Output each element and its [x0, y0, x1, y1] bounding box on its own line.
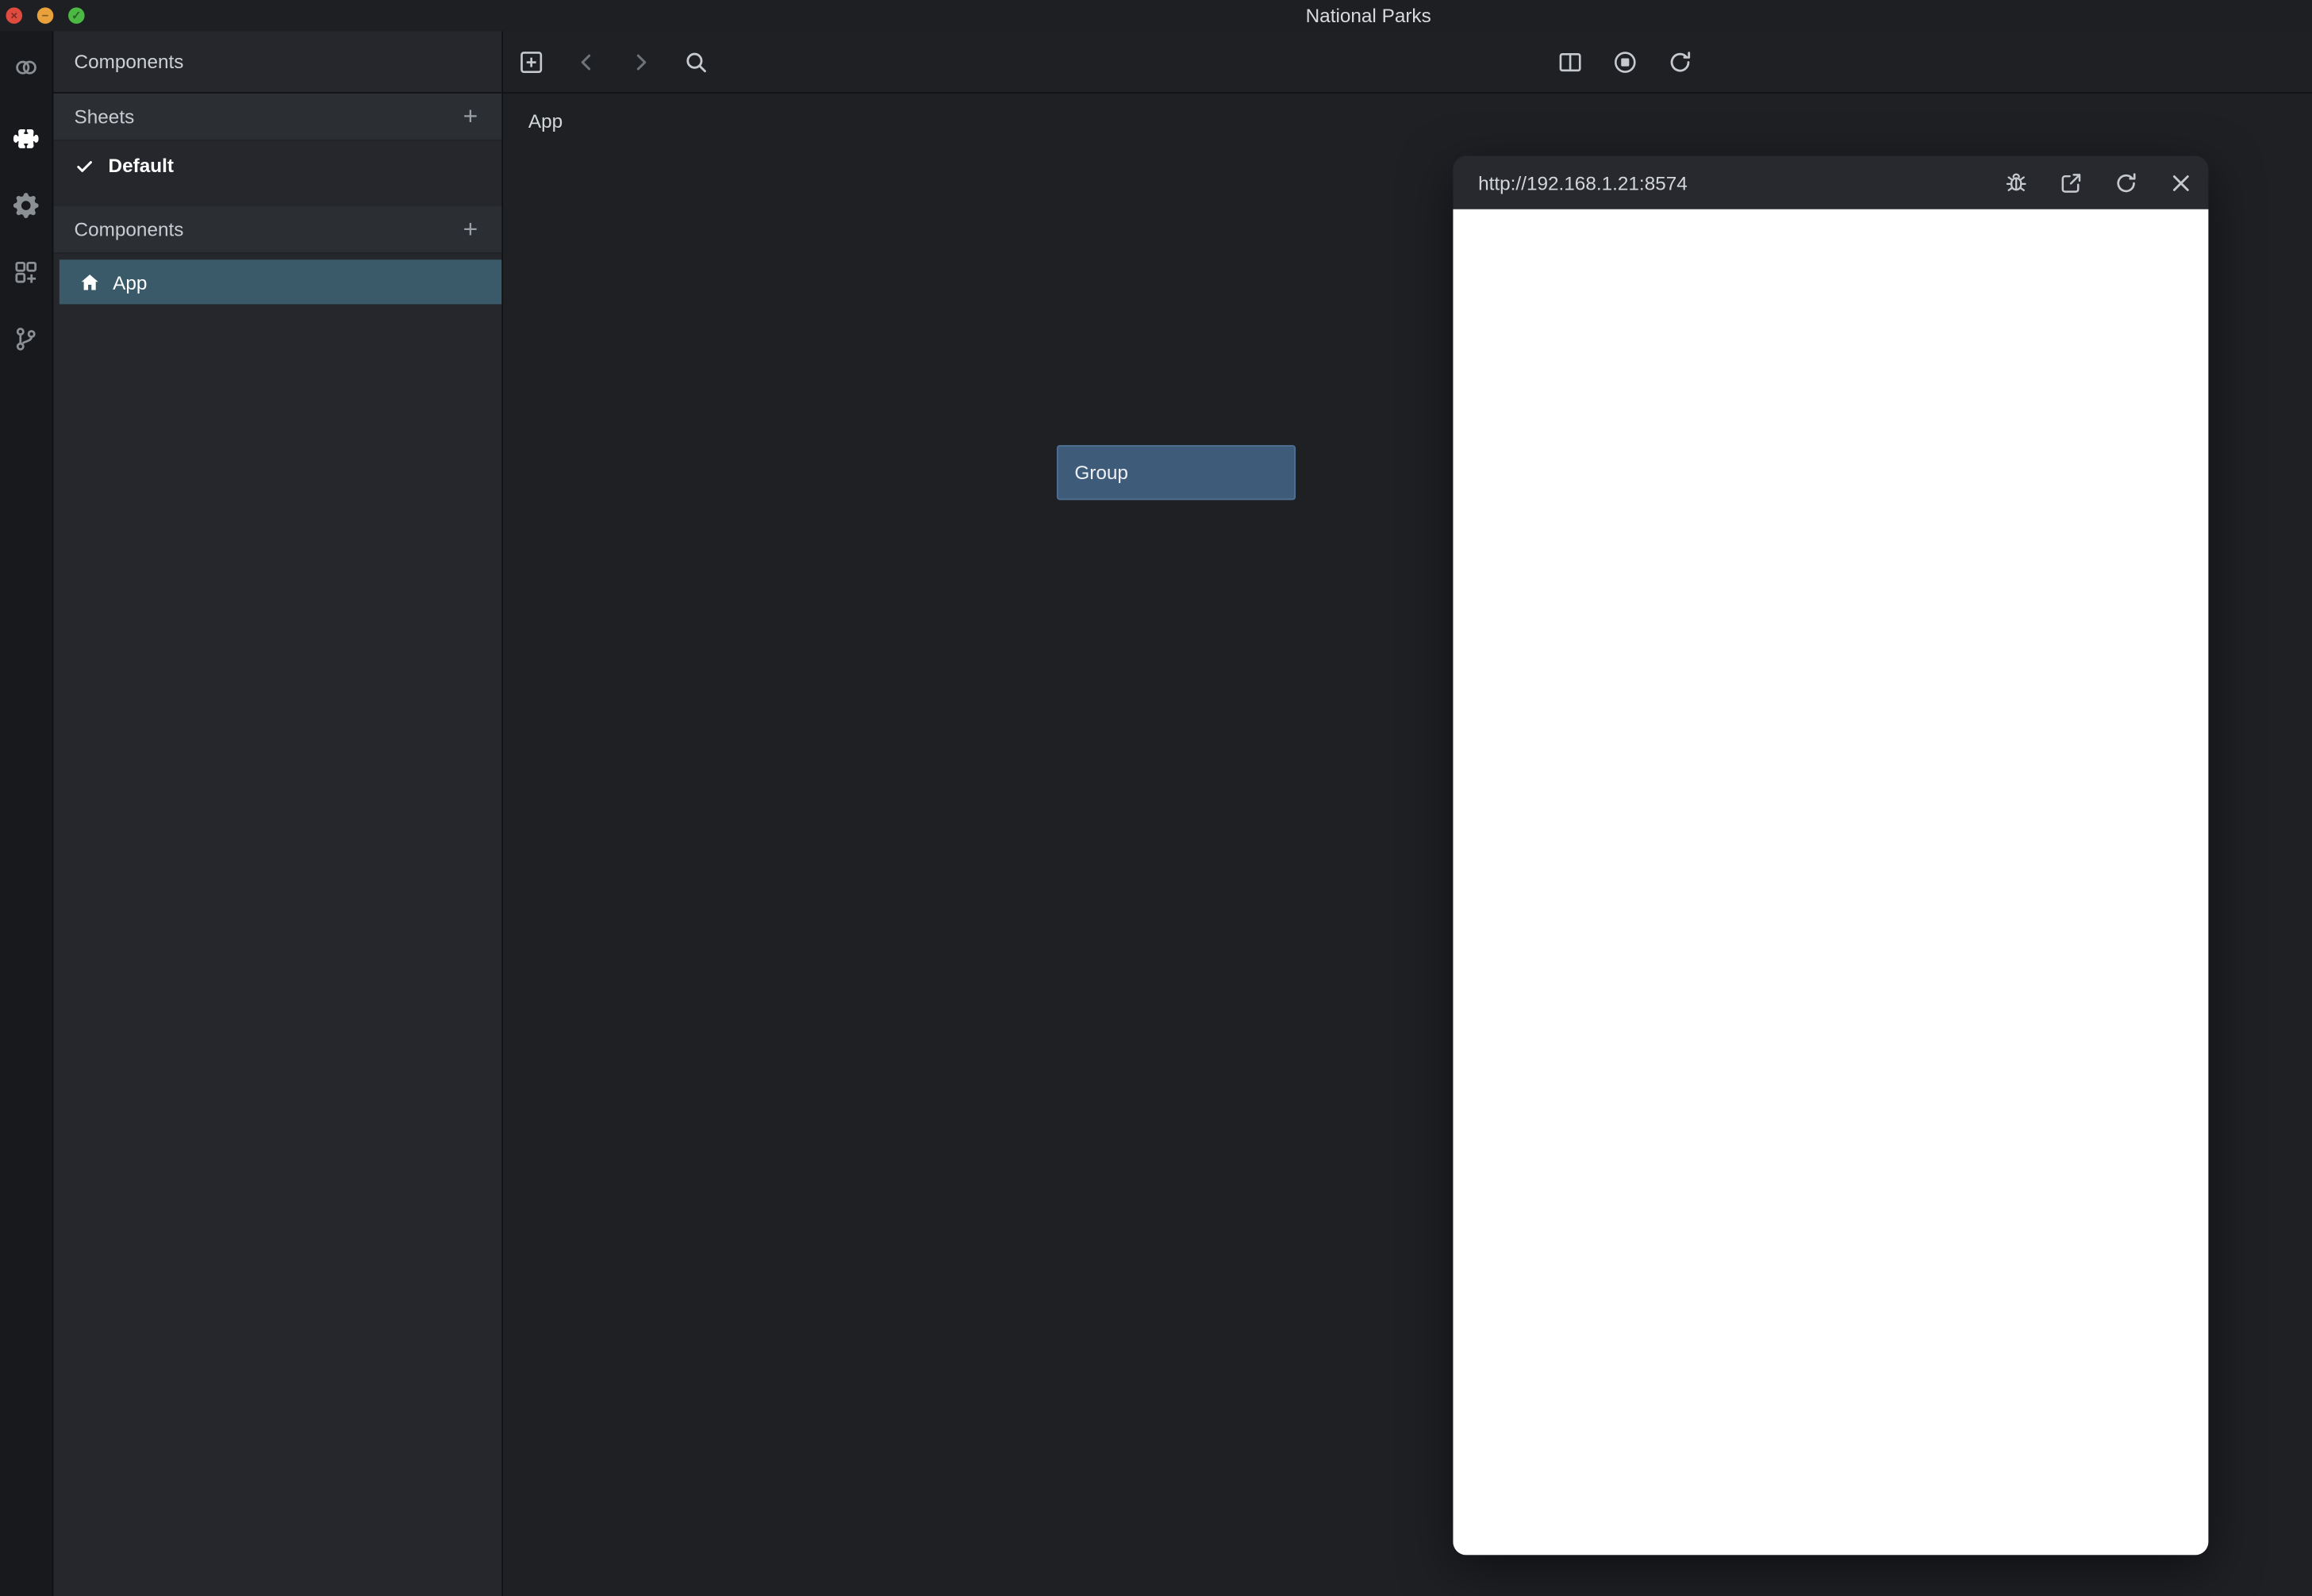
preview-url[interactable]: http://192.168.1.21:8574	[1478, 171, 1993, 194]
git-branch-icon	[13, 326, 39, 351]
sheet-item-default[interactable]: Default	[53, 141, 501, 190]
main-area: Components Sheets + Default Components +	[0, 31, 2312, 1596]
settings-panel-button[interactable]	[0, 178, 52, 231]
titlebar: × − ✓ National Parks	[0, 0, 2312, 31]
sidebar: Components Sheets + Default Components +	[53, 31, 503, 1596]
toolbar-right-group	[1542, 31, 1707, 94]
window-minimize-button[interactable]: −	[37, 7, 54, 24]
window-close-button[interactable]: ×	[6, 7, 22, 24]
add-frame-icon	[517, 49, 544, 76]
window-title: National Parks	[1306, 0, 1431, 31]
preview-actions	[1993, 160, 2203, 205]
open-external-button[interactable]	[2048, 160, 2092, 205]
gear-icon	[13, 192, 39, 217]
add-component-button[interactable]: +	[459, 217, 482, 241]
reload-icon	[2113, 170, 2138, 195]
toolbar-left-group	[503, 31, 723, 94]
search-icon	[682, 49, 709, 76]
window-maximize-button[interactable]: ✓	[68, 7, 85, 24]
flow-nodes-icon	[13, 54, 39, 79]
widgets-add-icon	[13, 259, 39, 284]
breadcrumb-app-tab[interactable]: App	[528, 94, 563, 148]
reload-icon	[1666, 49, 1693, 76]
preview-window: http://192.168.1.21:8574	[1453, 155, 2208, 1555]
activity-bar	[0, 31, 53, 1596]
close-icon	[2168, 170, 2193, 195]
preview-close-button[interactable]	[2158, 160, 2203, 205]
back-button[interactable]	[558, 31, 613, 94]
components-section-header: Components +	[53, 206, 501, 254]
check-icon	[75, 155, 95, 175]
reload-button[interactable]	[1652, 31, 1707, 94]
sheets-section-header: Sheets +	[53, 94, 501, 141]
sidebar-title-label: Components	[75, 51, 184, 73]
components-section-label: Components	[75, 218, 184, 240]
stop-button[interactable]	[1597, 31, 1652, 94]
split-view-icon	[1556, 49, 1583, 76]
canvas-toolbar	[503, 31, 2312, 94]
app-window: × − ✓ National Parks	[0, 0, 2312, 1596]
chevron-right-icon	[627, 49, 654, 76]
bug-icon	[2003, 170, 2028, 195]
add-sheet-button[interactable]: +	[459, 105, 482, 129]
home-icon	[79, 270, 101, 293]
chevron-left-icon	[572, 49, 599, 76]
search-button[interactable]	[668, 31, 723, 94]
open-external-icon	[2058, 170, 2083, 195]
version-control-button[interactable]	[0, 312, 52, 365]
preview-reload-button[interactable]	[2103, 160, 2148, 205]
preview-content[interactable]	[1453, 209, 2208, 1556]
sidebar-spacer	[53, 190, 501, 206]
component-item-label: App	[113, 270, 147, 293]
sidebar-title: Components	[53, 31, 501, 94]
sheet-item-label: Default	[109, 155, 174, 177]
component-item-app[interactable]: App	[60, 259, 501, 304]
split-view-button[interactable]	[1542, 31, 1597, 94]
preview-header: http://192.168.1.21:8574	[1453, 155, 2208, 209]
add-frame-button[interactable]	[503, 31, 558, 94]
sheets-section-label: Sheets	[75, 106, 135, 128]
group-node[interactable]: Group	[1057, 445, 1296, 500]
components-panel-button[interactable]	[0, 111, 52, 164]
forward-button[interactable]	[613, 31, 668, 94]
widgets-panel-button[interactable]	[0, 245, 52, 298]
debug-button[interactable]	[1993, 160, 2037, 205]
canvas[interactable]: App Group http://192.168.1.21:8574	[503, 31, 2312, 1596]
window-controls: × − ✓	[0, 7, 85, 24]
flow-nodes-button[interactable]	[0, 40, 52, 94]
group-node-label: Group	[1074, 462, 1128, 484]
stop-icon	[1611, 49, 1638, 76]
puzzle-icon	[13, 125, 39, 151]
